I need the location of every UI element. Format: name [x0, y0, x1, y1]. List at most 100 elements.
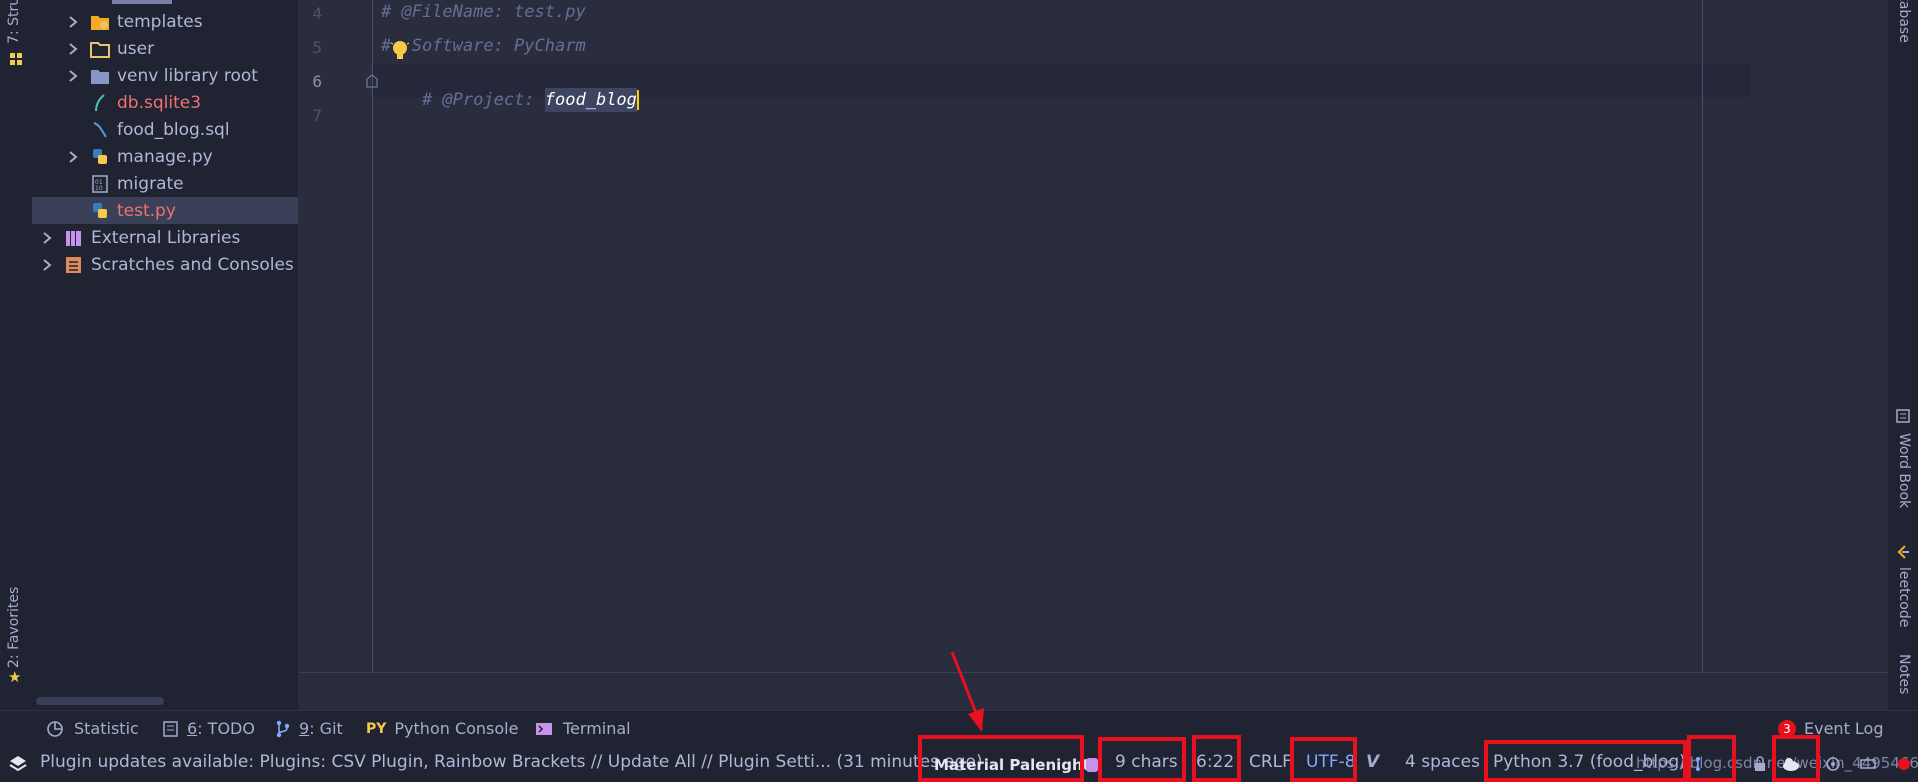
line-separator[interactable]: CRLF — [1249, 752, 1292, 772]
wordbook-tab[interactable]: Word Book — [1888, 405, 1918, 515]
todo-icon — [163, 720, 178, 737]
binary-file-icon: 0110 — [92, 174, 108, 193]
tree-item-label: manage.py — [117, 146, 213, 167]
terminal-tab[interactable]: Terminal — [535, 719, 631, 738]
chevron-right-icon[interactable] — [66, 69, 80, 83]
favorites-tab-label: 2: Favorites — [6, 586, 22, 668]
package-folder-icon — [90, 41, 110, 58]
git-branch-icon — [276, 720, 290, 737]
lightbulb-icon[interactable] — [390, 39, 410, 63]
vim-icon[interactable]: V — [1366, 752, 1379, 772]
statistic-label: Statistic — [74, 719, 139, 738]
tree-item-migrate[interactable]: 01 10 migrate — [32, 170, 298, 197]
notes-tab[interactable]: Notes — [1888, 650, 1918, 710]
statistic-tab[interactable]: Statistic — [46, 719, 139, 738]
sqlite-icon — [95, 93, 105, 111]
tree-item-external-libraries[interactable]: External Libraries — [32, 224, 298, 251]
selected-text: food_blog — [544, 88, 637, 112]
tree-item-label: food_blog.sql — [117, 119, 230, 140]
python-file-icon — [93, 148, 107, 164]
code-line-5: # Software: PyCharm — [381, 36, 586, 56]
chevron-right-icon[interactable] — [40, 231, 54, 245]
line-number-gutter: 4 5 6 7 — [298, 0, 378, 672]
sql-file-icon — [93, 121, 107, 138]
annotation-box-interpreter — [1484, 740, 1687, 782]
terminal-label: Terminal — [563, 719, 631, 738]
todo-shortcut: 6 — [187, 719, 198, 738]
inspector-icon[interactable] — [1825, 756, 1841, 772]
git-label: : Git — [309, 719, 343, 738]
todo-label: : TODO — [197, 719, 255, 738]
tree-item-food-blog-sql[interactable]: food_blog.sql — [32, 116, 298, 143]
structure-tab[interactable]: 7: Structure — [0, 0, 32, 65]
annotation-arrow — [950, 651, 984, 732]
line-number: 7 — [312, 106, 322, 125]
layers-icon[interactable] — [8, 754, 28, 774]
scratches-icon — [66, 256, 81, 273]
left-tool-strip: 7: Structure 2: Favorites ★ — [0, 0, 32, 710]
text-cursor — [636, 90, 639, 110]
tree-item-label: templates — [117, 11, 203, 32]
folder-icon — [91, 69, 109, 84]
indent-setting[interactable]: 4 spaces — [1405, 752, 1480, 772]
database-tab[interactable]: Database — [1888, 0, 1918, 50]
python-console-tab[interactable]: PY Python Console — [366, 719, 518, 738]
theme-color-swatch — [1086, 758, 1098, 772]
leetcode-tab[interactable]: leetcode — [1888, 545, 1918, 635]
todo-tab[interactable]: 6: TODO — [163, 719, 255, 738]
tree-item-test-py[interactable]: test.py — [32, 197, 298, 224]
tree-item-manage-py[interactable]: manage.py — [32, 143, 298, 170]
line-number: 6 — [312, 72, 322, 91]
horizontal-scrollbar[interactable] — [36, 697, 164, 705]
line-number: 5 — [312, 38, 322, 57]
pie-chart-icon — [47, 720, 63, 737]
git-tab[interactable]: 9: Git — [275, 719, 343, 738]
python-file-icon — [93, 202, 107, 218]
code-line-6: # @Project: food_blog — [381, 70, 639, 130]
code-editor[interactable]: 4 5 6 7 # @FileName: test.py # Software:… — [298, 0, 1888, 673]
tree-item-scratches[interactable]: Scratches and Consoles — [32, 251, 298, 278]
tree-item-templates[interactable]: templates — [32, 8, 298, 35]
structure-icon — [10, 53, 22, 65]
structure-tab-label: 7: Structure — [6, 0, 22, 44]
python-console-icon: PY — [366, 720, 387, 737]
tree-item-user[interactable]: user — [32, 35, 298, 62]
book-icon — [1896, 409, 1910, 423]
annotation-box-theme — [918, 735, 1084, 782]
tree-item-label: Scratches and Consoles — [91, 254, 294, 275]
partial-folder-row — [112, 0, 172, 4]
notification-icon[interactable] — [1896, 756, 1912, 772]
annotation-box-git — [1687, 735, 1736, 782]
memory-indicator-icon[interactable] — [1860, 756, 1876, 772]
right-margin-guide — [1702, 0, 1703, 672]
project-panel: templates user venv library root db.sqli… — [32, 0, 298, 710]
leetcode-tab-label: leetcode — [1896, 567, 1912, 628]
lock-icon[interactable] — [1754, 756, 1766, 772]
status-message[interactable]: Plugin updates available: Plugins: CSV P… — [40, 752, 983, 772]
folder-icon — [91, 15, 109, 30]
python-console-label: Python Console — [394, 719, 519, 738]
tree-item-venv[interactable]: venv library root — [32, 62, 298, 89]
right-tool-strip: Database Word Book leetcode Notes — [1888, 0, 1918, 710]
chevron-right-icon[interactable] — [40, 258, 54, 272]
chevron-right-icon[interactable] — [66, 15, 80, 29]
annotation-box-cloud — [1772, 735, 1820, 782]
chevron-right-icon[interactable] — [66, 150, 80, 164]
annotation-box-position — [1192, 735, 1241, 782]
tree-item-label: venv library root — [117, 65, 258, 86]
fold-marker-icon[interactable] — [366, 74, 378, 88]
code-line-4: # @FileName: test.py — [381, 2, 586, 22]
terminal-icon — [536, 722, 552, 735]
tree-item-label: test.py — [117, 200, 176, 221]
chevron-right-icon[interactable] — [66, 42, 80, 56]
leetcode-icon — [1897, 545, 1909, 559]
editor-bottom-border — [298, 672, 1888, 673]
line-number: 4 — [312, 4, 322, 23]
tree-item-label: migrate — [117, 173, 184, 194]
tree-item-label: user — [117, 38, 155, 59]
tree-item-db-sqlite3[interactable]: db.sqlite3 — [32, 89, 298, 116]
favorites-tab[interactable]: 2: Favorites ★ — [0, 580, 32, 690]
annotation-box-encoding — [1290, 737, 1357, 782]
annotation-box-selection — [1098, 737, 1186, 782]
svg-text:10: 10 — [95, 185, 103, 192]
